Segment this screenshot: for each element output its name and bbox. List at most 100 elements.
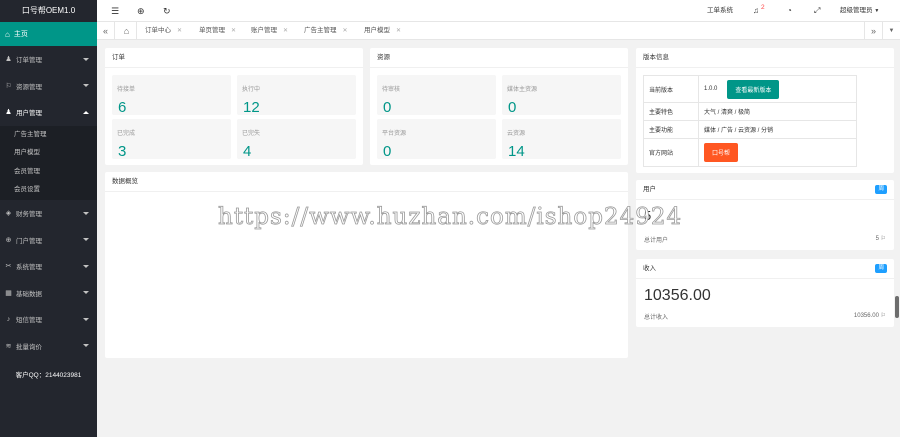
stat-platform-resources[interactable]: 平台资源 0 [377,119,496,160]
stat-executing[interactable]: 执行中 12 [237,75,356,116]
sidebar-item-sms[interactable]: ♪ 短信管理 [0,306,97,333]
close-icon[interactable]: ✕ [396,28,401,34]
globe-icon: ⊕ [5,236,12,244]
card-title: 版本信息 [636,48,894,68]
row-value: 口号帮 [699,139,856,166]
notification-bell-icon[interactable]: ♫ 2 [753,0,765,22]
sidebar-subitem-user-model[interactable]: 用户模型 [0,144,97,163]
period-badge: 周 [875,185,887,194]
sidebar-item-system[interactable]: ✂ 系统管理 [0,253,97,280]
stat-value: 12 [243,99,260,116]
chevron-down-icon [83,317,89,321]
app-logo: 口号帮OEM1.0 [0,0,97,22]
tab-user-model[interactable]: 用户模型 ✕ [364,22,401,40]
sidebar-item-finance[interactable]: ◈ 财务管理 [0,200,97,227]
data-overview-card: 数据概览 [105,172,628,358]
total-income-value: 10356.00 ⚐ [854,312,886,319]
tab-page-manage[interactable]: 单页管理 ✕ [199,22,236,40]
sidebar-item-users[interactable]: ♟ 用户管理 [0,99,97,126]
sidebar-item-batch-inquiry[interactable]: ≋ 批量询价 [0,332,97,359]
stat-label: 云资源 [507,131,526,137]
sidebar-item-label: 主页 [13,31,28,38]
tab-home-icon[interactable]: ⌂ [117,22,137,40]
close-icon[interactable]: ✕ [177,28,182,34]
database-icon: ▦ [5,289,12,297]
fullscreen-icon[interactable]: ⤢ [814,0,820,22]
official-site-button[interactable]: 口号帮 [704,143,739,162]
tab-advertiser-manage[interactable]: 广告主管理 ✕ [304,22,348,40]
chat-icon[interactable]: ◔ [787,0,792,22]
tab-account-manage[interactable]: 账户管理 ✕ [251,22,288,40]
sidebar-subitem-members[interactable]: 会员管理 [0,163,97,182]
user-icon: ♟ [5,109,12,117]
sidebar: 口号帮OEM1.0 ⌂ 主页 ♟ 订单管理 ⚐ 资源管理 ♟ 用户管理 广告主管… [0,0,97,437]
total-value: 5 [875,236,879,242]
total-income-label: 总计收入 [644,315,669,321]
card-title: 数据概览 [105,172,628,192]
stat-completed[interactable]: 已完成 3 [112,119,231,160]
tab-bar: « ⌂ 订单中心 ✕ 单页管理 ✕ 账户管理 ✕ 广告主管理 ✕ 用户模型 ✕ » ▼ [97,22,900,40]
stat-cloud-resources[interactable]: 云资源 14 [502,119,621,160]
ticket-system-link[interactable]: 工单系统 [707,0,733,22]
flag-icon: ⚐ [5,82,12,90]
bell-icon: ♪ [6,315,11,323]
chevron-down-icon [83,291,89,295]
tab-order-center[interactable]: 订单中心 ✕ [145,22,182,40]
sidebar-item-orders[interactable]: ♟ 订单管理 [0,46,97,73]
row-value: 1.0.0 查看最新版本 [699,76,856,102]
tab-label: 账户管理 [251,27,277,34]
chevron-up-icon [83,110,89,114]
sidebar-subitem-member-settings[interactable]: 会员设置 [0,181,97,200]
tab-label: 订单中心 [145,27,171,34]
stat-pending-review[interactable]: 待审核 0 [377,75,496,116]
finance-icon: ◈ [5,210,12,218]
sidebar-subitem-advertisers[interactable]: 广告主管理 [0,126,97,145]
period-badge: 周 [875,264,887,273]
wifi-icon: ≋ [5,342,12,350]
sidebar-item-resources[interactable]: ⚐ 资源管理 [0,73,97,100]
tab-label: 单页管理 [199,27,225,34]
chevron-down-icon [83,84,89,88]
sidebar-item-basic-data[interactable]: ▦ 基础数据 [0,279,97,306]
stat-value: 3 [118,143,127,160]
stat-label: 待接单 [117,87,136,93]
stat-value: 6 [118,99,127,116]
tab-label: 用户模型 [364,27,390,34]
stat-label: 待审核 [382,87,401,93]
sidebar-subnav: 广告主管理 用户模型 会员管理 会员设置 [0,125,97,200]
notification-count: 2 [761,4,765,11]
card-title: 资源 [370,48,628,68]
home-icon: ⌂ [5,29,10,39]
stat-failed[interactable]: 已完失 4 [237,119,356,160]
close-icon[interactable]: ✕ [231,28,236,34]
chevron-down-icon [83,211,89,215]
check-latest-version-button[interactable]: 查看最新版本 [727,79,780,99]
version-row-current: 当前版本 1.0.0 查看最新版本 [644,76,856,103]
close-icon[interactable]: ✕ [343,28,348,34]
sidebar-item-label: 资源管理 [16,83,42,91]
total-users-label: 总计用户 [644,238,669,244]
stat-pending[interactable]: 待接单 6 [112,75,231,116]
stat-label: 平台资源 [382,131,407,137]
stat-label: 已完失 [242,131,261,137]
sidebar-item-home[interactable]: ⌂ 主页 [0,22,97,46]
tabs-menu-icon[interactable]: ▼ [882,22,900,40]
admin-name: 超级管理员 [840,7,873,14]
chevron-down-icon [83,57,89,61]
chevron-down-icon [83,238,89,242]
sidebar-item-portal[interactable]: ⊕ 门户管理 [0,226,97,253]
menu-toggle-icon[interactable]: ☰ [111,0,119,22]
tabs-scroll-left-icon[interactable]: « [97,22,115,40]
globe-icon[interactable]: ⊕ [137,0,145,22]
stat-value: 0 [383,143,392,160]
version-row-feature: 主要特色 大气 / 清爽 / 极简 [644,103,856,121]
close-icon[interactable]: ✕ [283,28,288,34]
stat-media-resources[interactable]: 媒体主资源 0 [502,75,621,116]
admin-user-menu[interactable]: 超级管理员 ▼ [840,0,879,22]
version-info-card: 版本信息 当前版本 1.0.0 查看最新版本 主要特色 大气 / 清爽 / 极简… [636,48,894,173]
scrollbar-thumb[interactable] [895,296,899,318]
flag-icon: ⚐ [880,313,886,319]
refresh-icon[interactable]: ↻ [163,0,171,22]
person-icon: ♟ [5,56,12,64]
tabs-scroll-right-icon[interactable]: » [864,22,882,40]
